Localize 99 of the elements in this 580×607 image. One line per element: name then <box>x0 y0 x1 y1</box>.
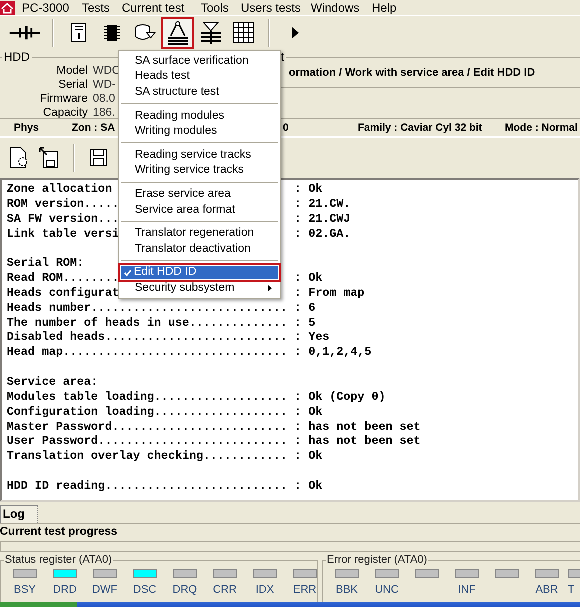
flag-label: DRQ <box>172 584 198 597</box>
menu-item[interactable]: PC-3000 <box>15 0 75 14</box>
log-label: The number of heads in use.............. <box>7 316 288 330</box>
group-title: HDD <box>2 50 32 64</box>
field-value: WD- <box>93 78 116 92</box>
play-icon <box>290 26 300 40</box>
flag-label: DWF <box>92 584 118 597</box>
log-value: : 0,1,2,4,5 <box>294 345 372 360</box>
log-value: : 21.CWJ <box>294 212 351 227</box>
menu-item[interactable]: Reading modules <box>119 108 280 124</box>
log-value: : Ok <box>294 478 323 494</box>
flag-label: INF <box>458 584 476 597</box>
menu-item[interactable]: SA surface verification <box>119 53 280 69</box>
log-tab[interactable]: Log <box>0 505 38 523</box>
log-label: Heads number............................ <box>7 300 288 316</box>
menu-item[interactable]: Help <box>365 0 405 14</box>
log-label: Master Password......................... <box>7 420 288 434</box>
test-path: ormation / Work with service area / Edit HDD ID <box>288 67 536 79</box>
status-text: 0 <box>283 122 289 134</box>
log-label: HDD ID reading.......................... <box>7 478 288 494</box>
chip-icon <box>102 22 122 44</box>
page-gear-icon <box>8 146 30 170</box>
log-value: : Yes <box>294 330 330 346</box>
menu-item[interactable]: Translator deactivation <box>119 240 280 257</box>
flag-label: BSY <box>14 584 36 597</box>
log-label: Zone allocation <box>7 182 112 197</box>
log-label: Head map................................ <box>7 345 288 360</box>
flag-label: ABR <box>536 584 558 597</box>
menu-item[interactable]: Writing modules <box>119 123 280 139</box>
log-value: : Ok <box>294 449 323 464</box>
log-value: : From map <box>294 286 365 301</box>
status-text: Zon : SA <box>72 122 116 134</box>
menu-item[interactable]: Edit HDD ID <box>118 262 281 282</box>
log-label: Disabled heads.......................... <box>7 330 288 346</box>
flag-label: IDX <box>256 584 274 597</box>
field-label: Model <box>56 64 88 78</box>
log-heading: Serial ROM: <box>7 256 84 272</box>
log-label: ROM version..... <box>7 196 120 212</box>
compass-icon <box>166 20 190 46</box>
log-label: Configuration loading................... <box>7 404 288 420</box>
log-value: : has not been set <box>294 434 421 450</box>
field-label: Firmware <box>39 92 88 106</box>
menu-item[interactable]: Users tests <box>234 0 304 14</box>
log-value: : has not been set <box>294 420 421 434</box>
log-value: : 21.CW. <box>294 196 351 212</box>
menu-item[interactable]: SA structure test <box>119 84 280 100</box>
progress-label: Current test progress <box>0 525 119 540</box>
menu-item[interactable]: Windows <box>304 0 365 14</box>
menu-item[interactable]: Reading service tracks <box>119 146 280 163</box>
log-value: : Ok <box>294 271 323 286</box>
floppy-arrow-icon <box>38 146 60 170</box>
submenu-arrow-icon <box>268 285 272 292</box>
menu-item[interactable]: Security subsystem <box>119 280 280 296</box>
log-value: : Ok (Copy 0) <box>294 390 386 405</box>
menu-item[interactable]: Translator regeneration <box>119 225 280 241</box>
grid-icon <box>232 22 254 44</box>
log-value: : 6 <box>294 300 316 316</box>
menu-item[interactable]: Erase service area <box>119 186 280 202</box>
menu-item[interactable]: Current test <box>115 0 194 14</box>
card-icon <box>68 22 88 44</box>
log-heading: Service area: <box>7 374 98 390</box>
menu-item[interactable]: Heads test <box>119 68 280 84</box>
funnel-icon <box>198 21 222 45</box>
menu-item[interactable]: Tools <box>194 0 234 14</box>
toolbar-button[interactable] <box>161 17 194 49</box>
flag-label: UNC <box>375 584 399 597</box>
flag-label: DRD <box>53 584 77 597</box>
menu-item[interactable]: Service area format <box>119 202 280 218</box>
log-label: Link table versi <box>7 226 120 242</box>
status-text: Phys <box>14 122 40 134</box>
log-label: Heads configurat <box>7 286 120 301</box>
log-label: Read ROM........ <box>7 271 120 286</box>
status-text: Mode : Normal <box>505 122 578 134</box>
field-label: Serial <box>58 78 88 92</box>
group-title: Status register (ATA0) <box>4 554 114 566</box>
field-label: Capacity <box>42 106 88 120</box>
flag-label: DSC <box>133 584 157 597</box>
disk-icon <box>134 23 156 43</box>
log-label: Modules table loading................... <box>7 390 288 405</box>
status-text: Family : Caviar Cyl 32 bit <box>358 122 482 134</box>
flag-label: CRR <box>213 584 237 597</box>
log-label: User Password........................... <box>7 434 288 450</box>
field-value: 08.0 <box>93 92 116 106</box>
group-title: Error register (ATA0) <box>326 554 428 566</box>
log-value: : 02.GA. <box>294 226 351 242</box>
log-label: SA FW version... <box>7 212 120 227</box>
log-label: Translation overlay checking............ <box>7 449 288 464</box>
field-value: 186. <box>93 106 116 120</box>
log-value: : Ok <box>294 404 323 420</box>
menu-item[interactable]: Writing service tracks <box>119 162 280 178</box>
flag-label: ERR <box>293 584 317 597</box>
log-value: : Ok <box>294 182 323 197</box>
flag-label: BBK <box>336 584 358 597</box>
group-title: t <box>281 50 286 64</box>
menu-item[interactable]: Tests <box>75 0 115 14</box>
floppy-icon <box>89 148 109 168</box>
check-icon <box>124 268 132 277</box>
log-value: : 5 <box>294 316 316 330</box>
flag-label: T <box>568 584 575 597</box>
